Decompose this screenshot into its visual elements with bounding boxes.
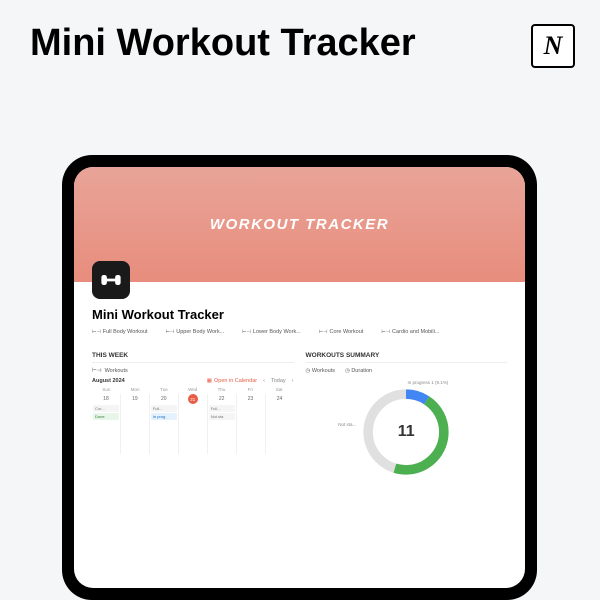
section-summary: WORKOUTS SUMMARY ◷ Workouts ◷ Duration I… — [306, 352, 508, 482]
dumbbell-icon: ⊢⊣ — [92, 329, 101, 335]
calendar-cell[interactable]: 19 — [121, 394, 150, 454]
day-header: Sun — [92, 387, 121, 392]
day-header: Wed — [178, 387, 207, 392]
calendar-event[interactable]: Full... — [151, 405, 177, 412]
dumbbell-icon: ⊢⊣ — [242, 329, 251, 335]
dumbbell-icon: ⊢⊣ — [166, 329, 175, 335]
dumbbell-icon: ⊢⊣ — [319, 329, 328, 335]
next-button[interactable]: › — [292, 378, 294, 384]
calendar-event[interactable]: Cor... — [93, 405, 119, 412]
calendar-day-headers: SunMonTueWedThuFriSat — [92, 387, 294, 392]
main-sections: THIS WEEK ⊢⊣Workouts August 2024 ▦Open i… — [92, 352, 507, 482]
category-upper-body[interactable]: ⊢⊣Upper Body Work... — [166, 329, 225, 335]
calendar-event[interactable]: Done — [93, 413, 119, 420]
tab-label: Workouts — [105, 368, 128, 374]
day-header: Fri — [236, 387, 265, 392]
date-number: 24 — [266, 394, 294, 404]
day-header: Mon — [121, 387, 150, 392]
donut-label-not-started: Not sta... — [338, 422, 356, 427]
category-cardio[interactable]: ⊢⊣Cardio and Mobili... — [381, 329, 439, 335]
calendar-cell[interactable]: 18Cor...Done — [92, 394, 121, 454]
calendar-event[interactable]: In prog — [151, 413, 177, 420]
day-header: Tue — [150, 387, 179, 392]
category-label: Lower Body Work... — [253, 329, 301, 335]
calendar-cell[interactable]: 22Full...Not sta — [208, 394, 237, 454]
calendar-month: August 2024 — [92, 378, 125, 384]
date-number: 19 — [121, 394, 149, 404]
date-number: 21 — [188, 394, 198, 404]
workouts-tab[interactable]: ⊢⊣Workouts — [92, 368, 294, 374]
open-calendar-button[interactable]: ▦Open in Calendar — [207, 378, 257, 384]
screen: WORKOUT TRACKER Mini Workout Tracker ⊢⊣F… — [74, 167, 525, 588]
category-core[interactable]: ⊢⊣Core Workout — [319, 329, 364, 335]
date-number: 20 — [150, 394, 178, 404]
calendar-cell[interactable]: 21 — [179, 394, 208, 454]
tab-label: Duration — [351, 368, 372, 374]
category-label: Core Workout — [330, 329, 364, 335]
category-lower-body[interactable]: ⊢⊣Lower Body Work... — [242, 329, 301, 335]
calendar-icon: ▦ — [207, 378, 212, 384]
calendar-dates: 18Cor...Done1920Full...In prog2122Full..… — [92, 394, 294, 454]
calendar-cell[interactable]: 24 — [266, 394, 294, 454]
banner: WORKOUT TRACKER — [74, 167, 525, 282]
day-header: Thu — [207, 387, 236, 392]
date-number: 22 — [208, 394, 236, 404]
tab-duration[interactable]: ◷ Duration — [345, 368, 372, 374]
date-number: 18 — [92, 394, 120, 404]
dumbbell-icon: ⊢⊣ — [381, 329, 390, 335]
clock-icon: ◷ — [345, 368, 350, 374]
donut-center-value: 11 — [398, 423, 415, 441]
donut-chart: In progress 1 (9.1%) Not sta... 11 — [356, 382, 456, 482]
page-title: Mini Workout Tracker — [92, 307, 224, 322]
donut-label-in-progress: In progress 1 (9.1%) — [407, 380, 448, 385]
clock-icon: ◷ — [306, 368, 311, 374]
category-label: Cardio and Mobili... — [392, 329, 439, 335]
category-row: ⊢⊣Full Body Workout ⊢⊣Upper Body Work...… — [92, 329, 507, 335]
date-number: 23 — [237, 394, 265, 404]
calendar-cell[interactable]: 20Full...In prog — [150, 394, 179, 454]
category-label: Upper Body Work... — [176, 329, 224, 335]
section-title: WORKOUTS SUMMARY — [306, 352, 508, 363]
dumbbell-icon: ⊢⊣ — [92, 368, 102, 374]
prev-button[interactable]: ‹ — [263, 378, 265, 384]
app-icon — [92, 261, 130, 299]
tab-label: Workouts — [312, 368, 335, 374]
open-calendar-label: Open in Calendar — [214, 378, 257, 384]
category-label: Full Body Workout — [103, 329, 148, 335]
calendar-event[interactable]: Not sta — [209, 413, 235, 420]
category-full-body[interactable]: ⊢⊣Full Body Workout — [92, 329, 148, 335]
day-header: Sat — [265, 387, 294, 392]
summary-tabs: ◷ Workouts ◷ Duration — [306, 368, 508, 374]
banner-title: WORKOUT TRACKER — [210, 216, 389, 233]
device-frame: WORKOUT TRACKER Mini Workout Tracker ⊢⊣F… — [62, 155, 537, 600]
dumbbell-icon — [100, 269, 122, 291]
calendar-header: August 2024 ▦Open in Calendar ‹ Today › — [92, 378, 294, 384]
calendar-controls: ▦Open in Calendar ‹ Today › — [207, 378, 294, 384]
calendar-event[interactable]: Full... — [209, 405, 235, 412]
notion-logo-icon: N — [531, 24, 575, 68]
section-title: THIS WEEK — [92, 352, 294, 363]
today-button[interactable]: Today — [271, 378, 286, 384]
section-this-week: THIS WEEK ⊢⊣Workouts August 2024 ▦Open i… — [92, 352, 294, 482]
tab-workouts[interactable]: ◷ Workouts — [306, 368, 335, 374]
page-heading: Mini Workout Tracker — [30, 22, 416, 66]
calendar-cell[interactable]: 23 — [237, 394, 266, 454]
